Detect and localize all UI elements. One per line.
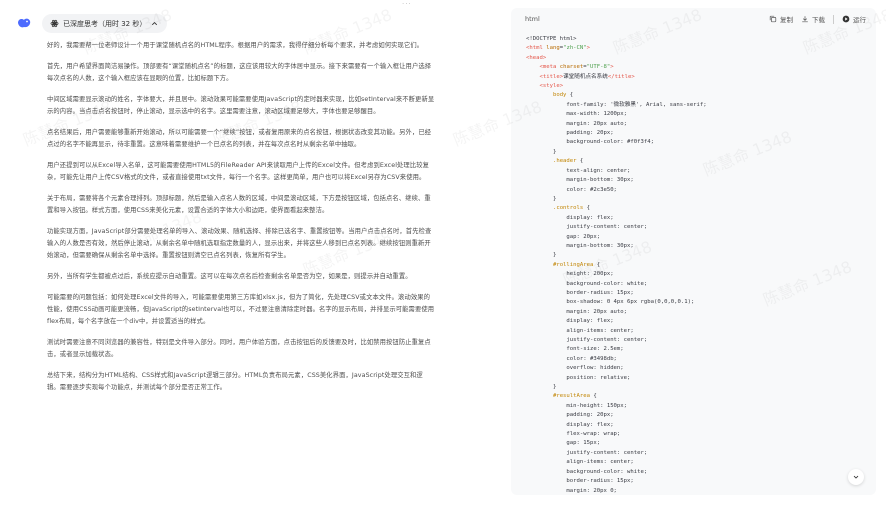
assistant-avatar-icon	[18, 18, 31, 28]
code-line: box-shadow: 0 4px 6px rgba(0,0,0,0.1);	[526, 299, 695, 306]
code-line: }	[526, 252, 557, 259]
chat-panel: ··· 已深度思考（用时 32 秒） 好的，我需要帮一位老师设计一个用于课堂随机…	[0, 0, 506, 510]
reasoning-paragraph: 用户还提到可以从Excel导入名单，这可能需要使用HTML5的FileReade…	[47, 162, 430, 181]
code-line: background-color: white;	[526, 468, 648, 475]
code-line: margin: 20px auto;	[526, 120, 628, 127]
code-line: .controls {	[552, 205, 591, 212]
code-line: <html lang="zh-CN">	[526, 45, 591, 52]
reasoning-paragraph: 另外，当所有学生都被点过后，系统应提示自动重置。这可以在每次点名后检查剩余名单是…	[47, 273, 412, 280]
code-line: text-align: center;	[526, 167, 631, 174]
code-line: padding: 20px;	[526, 130, 614, 137]
code-line: color: #2c3e50;	[526, 186, 617, 193]
code-block: html 复制 下载 运行 <!DOCTYPE html> <html lang…	[511, 8, 876, 495]
code-line: height: 200px;	[526, 271, 614, 278]
code-line: margin: 20px 0;	[526, 487, 617, 494]
reasoning-paragraph: 首先，用户希望界面简洁易操作。顶部要有“课堂随机点名”的标题，这应该用较大的字体…	[47, 63, 432, 82]
code-line: align-items: center;	[526, 327, 634, 334]
code-line: overflow: hidden;	[526, 365, 624, 372]
deep-think-icon	[50, 19, 59, 28]
code-line: background-color: #f0f3f4;	[526, 139, 654, 146]
code-line: <meta charset="UTF-8">	[539, 64, 614, 71]
chevron-down-icon	[853, 475, 859, 479]
thinking-label: 已深度思考（用时 32 秒）	[63, 19, 147, 28]
code-line: margin-bottom: 30px;	[526, 177, 634, 184]
reasoning-paragraph: 中间区域需要显示滚动的姓名，字体要大，并且居中。滚动效果可能需要使用JavaSc…	[47, 96, 435, 115]
reasoning-paragraph: 测试时需要注意不同浏览器的兼容性，特别是文件导入部分。同时，用户体验方面，点击按…	[47, 339, 431, 358]
reasoning-paragraph: 总结下来，结构分为HTML结构、CSS样式和JavaScript逻辑三部分。HT…	[47, 372, 423, 391]
code-actions: 复制 下载 运行	[769, 14, 866, 24]
code-line: body {	[552, 92, 574, 99]
reasoning-paragraph: 好的，我需要帮一位老师设计一个用于课堂随机点名的HTML程序。根据用户的需求，我…	[47, 42, 424, 49]
code-line: gap: 15px;	[526, 440, 601, 447]
reasoning-paragraph: 可能需要的问题包括：如何处理Excel文件的导入，可能需要使用第三方库如xlsx…	[47, 294, 435, 325]
code-line: min-height: 150px;	[526, 402, 628, 409]
code-line: margin-bottom: 30px;	[526, 242, 634, 249]
code-line: border-radius: 15px;	[526, 289, 634, 296]
code-line: display: flex;	[526, 318, 614, 325]
code-language: html	[525, 15, 540, 23]
code-line: <!DOCTYPE html>	[526, 36, 577, 42]
code-line: position: relative;	[526, 374, 631, 381]
code-line: #resultArea {	[552, 393, 597, 400]
run-button[interactable]: 运行	[842, 14, 866, 24]
code-line: justify-content: center;	[526, 449, 648, 456]
code-line: color: #3498db;	[526, 355, 617, 362]
code-line: }	[526, 384, 557, 391]
chevron-up-icon	[152, 21, 158, 26]
reasoning-paragraph: 关于布局，需要将各个元素合理排列。顶部标题，然后是输入点名人数的区域，中间是滚动…	[47, 195, 431, 214]
code-line: flex-wrap: wrap;	[526, 431, 621, 438]
download-icon	[802, 16, 808, 23]
scroll-down-button[interactable]	[848, 469, 864, 485]
code-line: justify-content: center;	[526, 337, 648, 343]
code-line: background-color: white;	[526, 280, 648, 287]
code-line: <style>	[539, 83, 564, 90]
reasoning-paragraph: 点名结果后，用户需要能够重新开始滚动，所以可能需要一个“继续”按钮，或者复用原来…	[47, 129, 432, 148]
divider	[833, 14, 834, 24]
code-line: border-radius: 15px;	[526, 478, 634, 485]
copy-icon	[769, 15, 777, 23]
code-line: gap: 20px;	[526, 233, 601, 240]
code-content: <!DOCTYPE html> <html lang="zh-CN"> <head>…	[511, 30, 876, 495]
code-line: align-items: center;	[526, 459, 634, 466]
copy-button[interactable]: 复制	[769, 14, 793, 24]
top-dots: ···	[402, 0, 412, 8]
code-line: .header {	[552, 158, 584, 165]
code-line: margin: 20px auto;	[526, 308, 628, 315]
code-line: padding: 20px;	[526, 412, 614, 419]
code-line: display: flex;	[526, 421, 614, 428]
code-line: display: flex;	[526, 214, 614, 221]
thinking-toggle[interactable]: 已深度思考（用时 32 秒）	[42, 14, 168, 33]
download-button[interactable]: 下载	[801, 14, 825, 24]
code-line: <head>	[526, 54, 547, 61]
code-line: font-size: 2.5em;	[526, 346, 624, 353]
code-line: #rollingArea {	[552, 261, 601, 268]
code-line: <title>课堂随机点名系统</title>	[539, 73, 635, 80]
reasoning-text: 好的，我需要帮一位老师设计一个用于课堂随机点名的HTML程序。根据用户的需求，我…	[47, 40, 435, 403]
run-icon	[842, 15, 850, 23]
reasoning-paragraph: 功能实现方面，JavaScript部分需要处理名单的导入、滚动效果、随机选择、排…	[47, 228, 432, 259]
code-line: }	[526, 195, 557, 202]
code-line: max-width: 1200px;	[526, 111, 628, 118]
code-header: html 复制 下载 运行	[511, 8, 876, 30]
code-line: font-family: '微软雅黑', Arial, sans-serif;	[526, 101, 707, 108]
code-line: }	[526, 148, 557, 155]
code-line: justify-content: center;	[526, 224, 648, 231]
page: ··· 已深度思考（用时 32 秒） 好的，我需要帮一位老师设计一个用于课堂随机…	[0, 0, 886, 510]
